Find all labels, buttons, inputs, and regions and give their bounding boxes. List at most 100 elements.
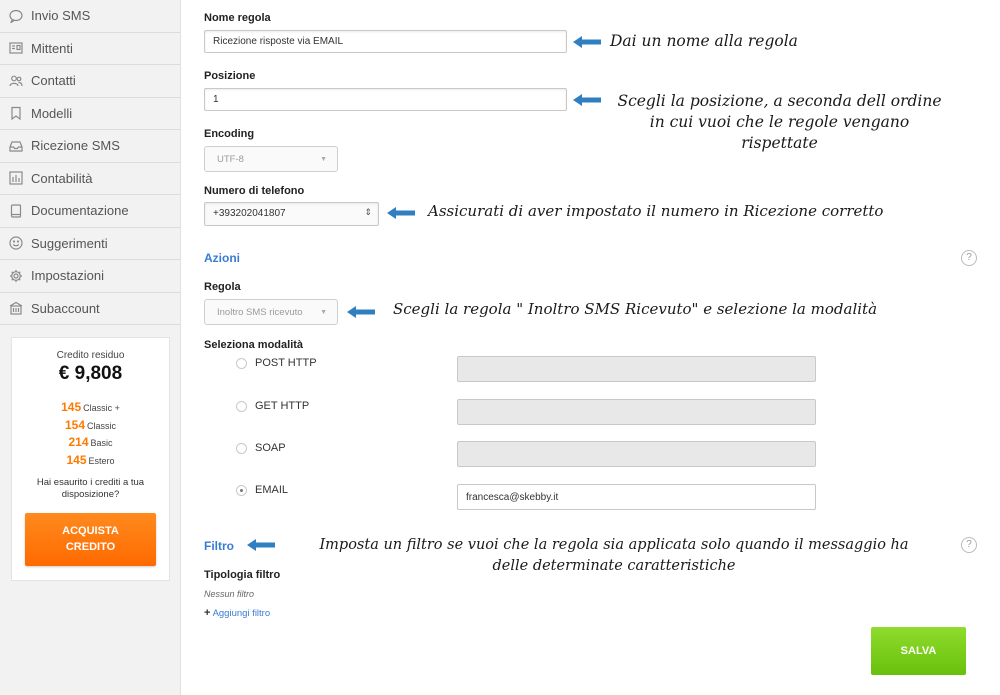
sidebar-item-mittenti[interactable]: Mittenti (0, 33, 180, 65)
credit-row: 145 Classic + (12, 399, 169, 417)
add-filter-link[interactable]: + Aggiungi filtro (204, 607, 270, 619)
no-filter-text: Nessun filtro (204, 589, 255, 599)
inbox-icon (8, 139, 24, 153)
mode-radio-email[interactable]: EMAIL (236, 484, 288, 496)
building-icon (8, 301, 24, 315)
sidebar-item-label: Modelli (31, 105, 73, 121)
credit-type: Estero (88, 455, 115, 466)
credit-type: Classic + (83, 403, 120, 413)
sidebar-item-label: Invio SMS (31, 8, 91, 24)
sidebar-item-label: Ricezione SMS (31, 138, 120, 154)
get-http-input[interactable] (457, 399, 816, 425)
arrow-left-icon (247, 539, 275, 551)
credit-row: 154 Classic (12, 417, 169, 435)
updown-icon: ⇕ (364, 207, 372, 217)
sidebar-item-invio-sms[interactable]: Invio SMS (0, 0, 180, 33)
actions-title: Azioni (204, 251, 240, 265)
chevron-down-icon: ▼ (320, 156, 327, 163)
email-input[interactable]: francesca@skebby.it (457, 484, 816, 510)
chat-bubble-icon (8, 9, 24, 23)
id-card-icon (8, 41, 24, 55)
annotation-filter: Imposta un filtro se vuoi che la regola … (284, 535, 944, 577)
credit-type: Basic (90, 438, 113, 448)
annotation-rule: Scegli la regola " Inoltro SMS Ricevuto"… (393, 300, 878, 318)
add-filter-label: Aggiungi filtro (212, 608, 271, 619)
credit-panel: Credito residuo € 9,808 145 Classic + 154… (11, 337, 170, 581)
annotation-filter-line: Imposta un filtro se vuoi che la regola … (319, 537, 909, 553)
radio-button[interactable] (236, 400, 247, 412)
arrow-left-icon (347, 306, 375, 318)
sidebar-item-label: Contabilità (31, 170, 93, 186)
sidebar-item-ricezione-sms[interactable]: Ricezione SMS (0, 130, 180, 163)
mode-radio-get-http[interactable]: GET HTTP (236, 400, 309, 412)
annotation-filter-line: delle determinate caratteristiche (492, 558, 736, 574)
annotation-position: Scegli la posizione, a seconda dell ordi… (607, 91, 952, 154)
sidebar-item-suggerimenti[interactable]: Suggerimenti (0, 228, 180, 260)
help-icon[interactable]: ? (961, 250, 977, 266)
rule-label: Regola (204, 281, 241, 293)
mode-label: Seleziona modalità (204, 339, 304, 351)
sidebar-item-label: Suggerimenti (31, 235, 108, 251)
credit-question: Hai esaurito i crediti a tua disposizion… (36, 477, 145, 500)
sidebar-item-documentazione[interactable]: Documentazione (0, 195, 180, 228)
sidebar-item-contatti[interactable]: Contatti (0, 65, 180, 98)
arrow-left-icon (573, 94, 601, 106)
smiley-icon (8, 236, 24, 250)
book-icon (8, 204, 24, 218)
encoding-label: Encoding (204, 128, 255, 140)
sidebar-item-label: Impostazioni (31, 268, 104, 284)
credit-count: 145 (61, 400, 82, 414)
phone-label: Numero di telefono (204, 185, 305, 197)
sidebar-item-label: Contatti (31, 73, 76, 89)
mode-option-label: POST HTTP (255, 357, 317, 369)
credit-title: Credito residuo (56, 350, 125, 361)
sidebar-item-modelli[interactable]: Modelli (0, 98, 180, 130)
credit-count: 214 (68, 435, 89, 449)
soap-input[interactable] (457, 441, 816, 467)
annotation-name: Dai un nome alla regola (610, 32, 798, 50)
radio-button[interactable] (236, 442, 247, 454)
encoding-value: UTF-8 (217, 154, 244, 165)
buy-credit-button[interactable]: ACQUISTA CREDITO (25, 513, 156, 566)
radio-button[interactable] (236, 357, 247, 369)
position-label: Posizione (204, 70, 256, 82)
rule-name-label: Nome regola (204, 12, 271, 24)
gear-icon (8, 269, 24, 283)
mode-radio-post-http[interactable]: POST HTTP (236, 357, 317, 369)
credit-value: € 9,808 (58, 363, 123, 384)
sidebar-item-label: Mittenti (31, 40, 73, 56)
rule-select[interactable]: Inoltro SMS ricevuto ▼ (204, 299, 338, 325)
sidebar-item-label: Documentazione (31, 203, 129, 219)
sidebar-item-subaccount[interactable]: Subaccount (0, 293, 180, 325)
people-icon (8, 74, 24, 88)
annotation-phone: Assicurati di aver impostato il numero i… (428, 202, 884, 220)
annotation-position-line: rispettate (741, 134, 818, 152)
plus-icon: + (204, 607, 211, 619)
arrow-left-icon (573, 36, 601, 48)
sidebar-item-impostazioni[interactable]: Impostazioni (0, 260, 180, 293)
rule-value: Inoltro SMS ricevuto (217, 307, 303, 318)
sidebar-item-label: Subaccount (31, 300, 100, 316)
arrow-left-icon (387, 207, 415, 219)
mode-radio-soap[interactable]: SOAP (236, 442, 286, 454)
credit-rows: 145 Classic + 154 Classic 214 Basic 145 Este… (12, 399, 169, 469)
post-http-input[interactable] (457, 356, 816, 382)
phone-select[interactable]: +393202041807 ⇕ (204, 202, 379, 226)
mode-option-label: SOAP (255, 442, 286, 454)
annotation-position-line: in cui vuoi che le regole vengano (649, 113, 910, 131)
rule-name-input[interactable]: Ricezione risposte via EMAIL (204, 30, 567, 53)
encoding-select[interactable]: UTF-8 ▼ (204, 146, 338, 172)
phone-value: +393202041807 (213, 208, 286, 219)
radio-button-checked[interactable] (236, 484, 247, 496)
save-button[interactable]: SALVA (871, 627, 966, 675)
filter-type-label: Tipologia filtro (204, 569, 281, 581)
filter-title: Filtro (204, 539, 234, 553)
help-icon[interactable]: ? (961, 537, 977, 553)
sidebar: Invio SMS Mittenti Contatti Modelli Rice… (0, 0, 181, 695)
credit-row: 214 Basic (12, 434, 169, 452)
credit-type: Classic (87, 420, 117, 431)
buy-credit-label-2: CREDITO (65, 541, 116, 553)
sidebar-item-contabilita[interactable]: Contabilità (0, 163, 180, 195)
bookmark-icon (8, 106, 24, 121)
position-input[interactable]: 1 (204, 88, 567, 111)
